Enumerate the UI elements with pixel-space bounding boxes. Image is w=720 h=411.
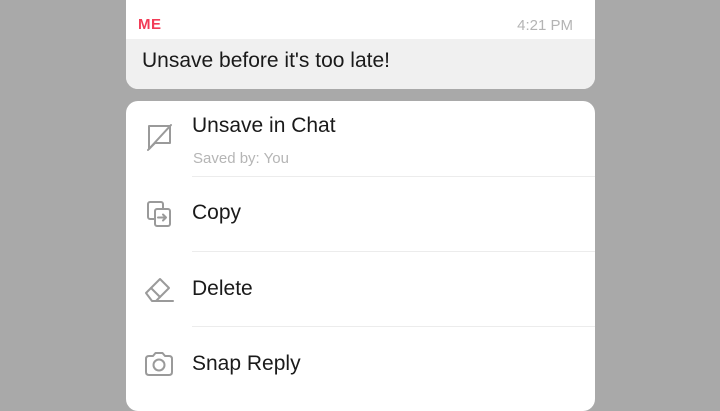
- sender-name: ME: [138, 16, 162, 33]
- camera-icon: [140, 345, 178, 383]
- snap-reply-label: Snap Reply: [192, 352, 301, 375]
- copy-button[interactable]: Copy: [126, 176, 595, 251]
- copy-label: Copy: [192, 201, 242, 224]
- snap-reply-button[interactable]: Snap Reply: [126, 326, 595, 401]
- message-card[interactable]: ME 4:21 PM Unsave before it's too late!: [126, 0, 595, 89]
- unsave-icon: [140, 118, 178, 156]
- delete-button[interactable]: Delete: [126, 251, 595, 326]
- delete-label: Delete: [192, 277, 253, 300]
- message-action-menu: Unsave in Chat Saved by: You Copy Delete: [126, 101, 595, 411]
- message-body: Unsave before it's too late!: [126, 39, 595, 89]
- saved-by-label: Saved by: You: [193, 150, 289, 167]
- message-text: Unsave before it's too late!: [142, 49, 390, 72]
- eraser-icon: [140, 270, 178, 308]
- message-header: ME 4:21 PM: [126, 0, 595, 44]
- unsave-label: Unsave in Chat: [192, 114, 336, 137]
- message-timestamp: 4:21 PM: [517, 17, 573, 34]
- unsave-in-chat-button[interactable]: Unsave in Chat Saved by: You: [126, 101, 595, 176]
- copy-icon: [140, 195, 178, 233]
